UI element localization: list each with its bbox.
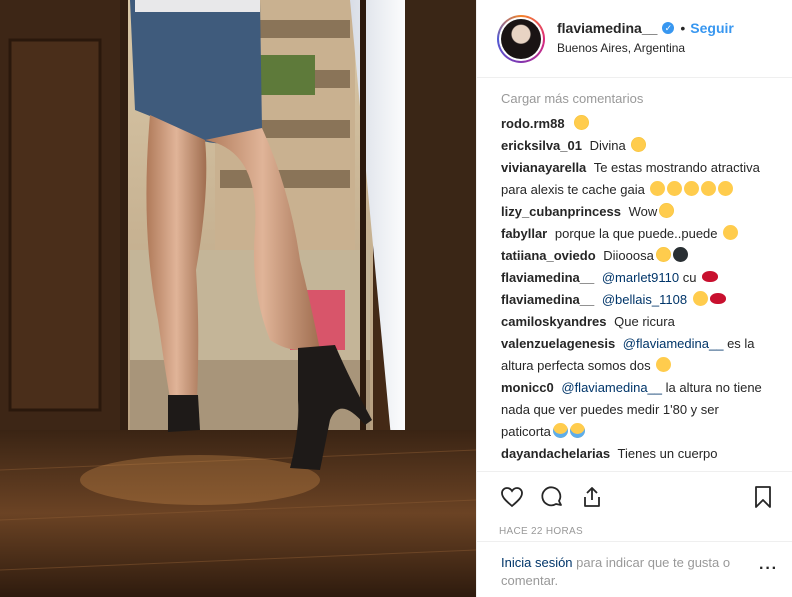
comment-text: Wow — [628, 204, 658, 219]
lips-emoji-icon — [702, 271, 719, 282]
comment: fabyllar porque la que puede..puede — [501, 223, 772, 245]
star-struck-emoji-icon — [659, 203, 675, 218]
comment: camiloskyandres Que ricura — [501, 311, 772, 333]
laughing-emoji-icon — [569, 423, 585, 438]
lips-emoji-icon — [709, 293, 726, 304]
comment-text: Diiooosa — [603, 248, 654, 263]
share-icon[interactable] — [579, 484, 605, 510]
post-username[interactable]: flaviamedina__ — [557, 20, 657, 36]
smile-emoji-icon — [723, 225, 739, 240]
post-photo[interactable] — [0, 0, 476, 597]
heart-icon[interactable] — [499, 484, 525, 510]
more-options-icon[interactable]: ··· — [759, 560, 778, 578]
comment-text: porque la que puede..puede — [554, 226, 718, 241]
smile-emoji-icon — [667, 181, 683, 196]
smile-emoji-icon — [701, 181, 717, 196]
comment-text: cu — [682, 270, 697, 285]
comment-icon[interactable] — [539, 484, 565, 510]
star-struck-emoji-icon — [631, 137, 647, 152]
post-location[interactable]: Buenos Aires, Argentina — [557, 41, 734, 55]
comment-mention[interactable]: @marlet9110 — [602, 270, 679, 285]
comment-mention[interactable]: @bellais_1108 — [602, 292, 687, 307]
comment-username[interactable]: flaviamedina__ — [501, 292, 594, 307]
smile-emoji-icon — [718, 181, 734, 196]
login-link[interactable]: Inicia sesión — [501, 555, 573, 570]
comment: lizy_cubanprincess Wow — [501, 201, 772, 223]
avatar[interactable] — [497, 14, 545, 63]
comment-username[interactable]: camiloskyandres — [501, 314, 607, 329]
star-struck-emoji-icon — [655, 247, 671, 262]
comment: flaviamedina__ @marlet9110 cu — [501, 267, 772, 289]
load-more-comments[interactable]: Cargar más comentarios — [501, 90, 772, 106]
laughing-emoji-icon — [552, 423, 568, 438]
comment-username[interactable]: valenzuelagenesis — [501, 336, 615, 351]
bookmark-icon[interactable] — [750, 484, 776, 510]
login-prompt: Inicia sesión para indicar que te gusta … — [477, 541, 792, 597]
smile-emoji-icon — [650, 181, 666, 196]
smile-emoji-icon — [656, 357, 672, 372]
comment-username[interactable]: flaviamedina__ — [501, 270, 594, 285]
separator-dot: • — [680, 20, 686, 36]
smile-emoji-icon — [692, 291, 708, 306]
comment-mention[interactable]: @flaviamedina__ — [623, 336, 724, 351]
comment: ericksilva_01 Divina — [501, 135, 772, 157]
comment-username[interactable]: tatiiana_oviedo — [501, 248, 596, 263]
comment-username[interactable]: fabyllar — [501, 226, 547, 241]
comment: tatiiana_oviedo Diiooosa — [501, 245, 772, 267]
comment-username[interactable]: dayandachelarias — [501, 446, 610, 461]
comment: vivianayarella Te estas mostrando atract… — [501, 157, 772, 201]
post-header: flaviamedina__ ✓ • Seguir Buenos Aires, … — [477, 0, 792, 78]
bomb-emoji-icon — [672, 247, 688, 262]
comment: valenzuelagenesis @flaviamedina__ es la … — [501, 333, 772, 377]
post-side-panel: flaviamedina__ ✓ • Seguir Buenos Aires, … — [476, 0, 792, 597]
comment-username[interactable]: vivianayarella — [501, 160, 586, 175]
comment: flaviamedina__ @bellais_1108 — [501, 289, 772, 311]
comment-username[interactable]: lizy_cubanprincess — [501, 204, 621, 219]
comment-text: Divina — [589, 138, 626, 153]
comment-mention[interactable]: @flaviamedina__ — [561, 380, 662, 395]
comment-text: Que ricura — [614, 314, 675, 329]
follow-button[interactable]: Seguir — [690, 20, 734, 36]
comment-username[interactable]: monicc0 — [501, 380, 554, 395]
star-struck-emoji-icon — [574, 115, 590, 130]
post-timestamp: HACE 22 HORAS — [499, 526, 583, 537]
comment: dayandachelarias Tienes un cuerpo — [501, 443, 772, 465]
comment-text: Tienes un cuerpo — [617, 446, 718, 461]
comment-username[interactable]: rodo.rm88 — [501, 116, 565, 131]
comment-username[interactable]: ericksilva_01 — [501, 138, 582, 153]
comment: monicc0 @flaviamedina__ la altura no tie… — [501, 377, 772, 443]
comment: rodo.rm88 — [501, 113, 772, 135]
comments-list: Cargar más comentarios rodo.rm88 ericksi… — [477, 78, 792, 471]
smile-emoji-icon — [684, 181, 700, 196]
verified-badge-icon: ✓ — [662, 22, 675, 34]
